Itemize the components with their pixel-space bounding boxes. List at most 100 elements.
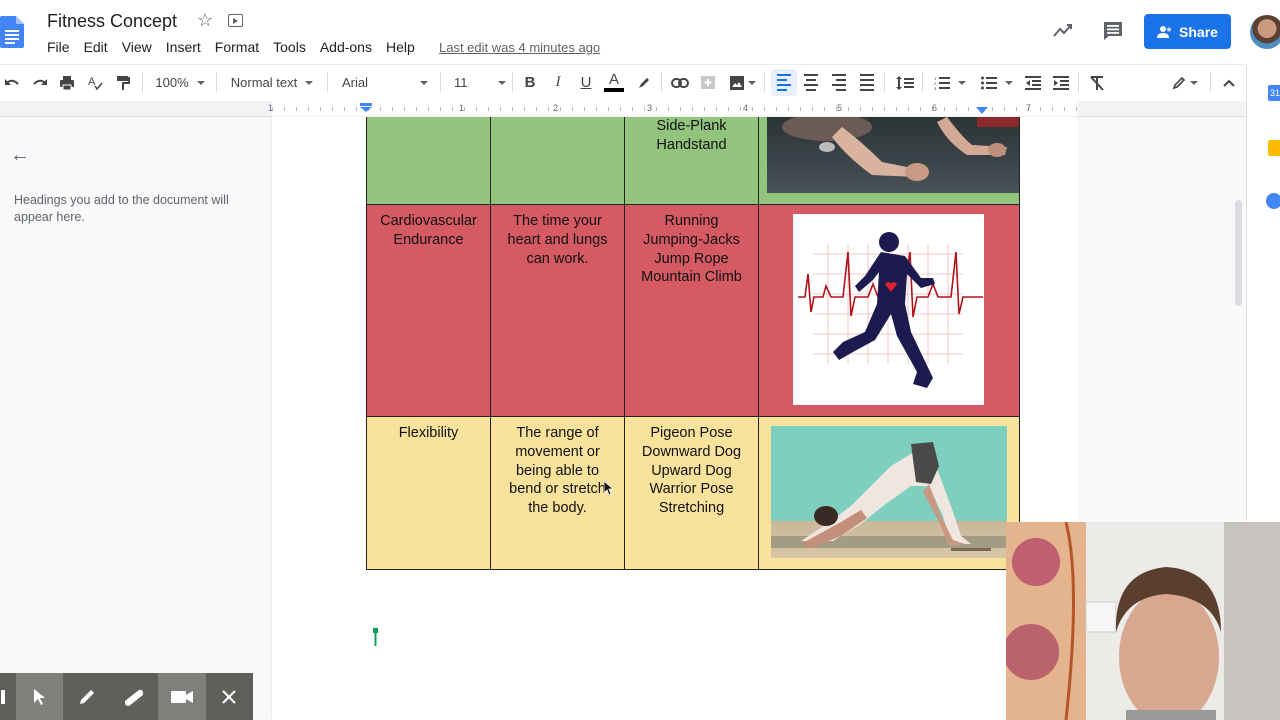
table-cell-component[interactable]: Flexibility (366, 417, 491, 570)
insert-image-button[interactable] (725, 64, 759, 101)
collaborator-cursor (373, 628, 378, 646)
plank-exercise-photo[interactable] (767, 117, 1019, 193)
keep-lightbulb-icon[interactable] (1268, 140, 1280, 156)
chevron-down-icon (498, 80, 506, 85)
menu-help[interactable]: Help (386, 39, 415, 55)
table-cell-exercises[interactable]: Side-Plank Handstand (625, 117, 759, 205)
ruler-tick (320, 107, 321, 111)
highlighter-tool-button[interactable] (111, 673, 158, 720)
paragraph-style-select[interactable]: Normal text (224, 64, 320, 101)
ruler-tick (860, 107, 861, 111)
table-cell-definition[interactable]: The time your heart and lungs can work. (491, 205, 625, 417)
insert-link-icon[interactable] (669, 64, 691, 101)
move-to-folder-icon[interactable] (228, 14, 243, 27)
menu-tools[interactable]: Tools (273, 39, 306, 55)
decrease-indent-icon[interactable] (1022, 64, 1044, 101)
align-right-button[interactable] (828, 64, 850, 101)
menu-file[interactable]: File (47, 39, 70, 55)
collapse-menus-icon[interactable] (1218, 64, 1240, 101)
bulleted-list-icon (981, 76, 997, 89)
ruler-tick (812, 107, 813, 111)
align-center-button[interactable] (800, 64, 822, 101)
ruler-tick (848, 107, 849, 111)
align-left-button[interactable] (771, 69, 797, 96)
table-cell-component[interactable] (366, 117, 491, 205)
star-icon[interactable]: ☆ (197, 10, 213, 31)
close-recorder-button[interactable] (206, 673, 253, 720)
ruler-tick (1004, 107, 1005, 111)
text-color-button[interactable]: A (603, 64, 625, 101)
webcam-overlay[interactable] (1006, 522, 1280, 720)
close-outline-arrow-icon[interactable]: ← (10, 144, 30, 167)
ruler-tick (872, 107, 873, 111)
increase-indent-icon[interactable] (1050, 64, 1072, 101)
editing-mode-button[interactable] (1168, 64, 1202, 101)
ruler-tick (524, 107, 525, 111)
menu-addons[interactable]: Add-ons (320, 39, 372, 55)
share-button[interactable]: Share (1144, 14, 1231, 49)
numbered-list-button[interactable]: 123 (930, 64, 970, 101)
menu-format[interactable]: Format (215, 39, 259, 55)
align-center-icon (804, 74, 818, 91)
last-edit-link[interactable]: Last edit was 4 minutes ago (439, 40, 600, 55)
runner-heartbeat-illustration[interactable] (793, 214, 984, 405)
insert-comment-icon[interactable] (697, 64, 719, 101)
camera-toggle-button[interactable] (158, 673, 206, 720)
calendar-icon[interactable]: 31 (1268, 85, 1280, 101)
bulleted-list-button[interactable] (977, 64, 1017, 101)
justify-button[interactable] (856, 64, 878, 101)
ruler-tick (908, 107, 909, 111)
spellcheck-icon[interactable]: A (85, 64, 105, 101)
chevron-down-icon (420, 80, 428, 85)
pointer-tool-button[interactable] (16, 673, 64, 720)
redo-icon[interactable] (30, 64, 50, 101)
ruler-tick (680, 107, 681, 111)
paint-format-icon[interactable] (113, 64, 133, 101)
ruler-tick (896, 107, 897, 111)
downward-dog-yoga-photo[interactable] (771, 426, 1007, 558)
font-select[interactable]: Arial (336, 64, 432, 101)
comments-icon[interactable] (1103, 21, 1123, 41)
recorder-drag-handle[interactable] (0, 673, 16, 720)
bold-button[interactable]: B (519, 64, 541, 101)
highlight-color-icon[interactable] (633, 64, 655, 101)
pen-tool-button[interactable] (63, 673, 110, 720)
activity-dashboard-icon[interactable] (1052, 20, 1074, 40)
ruler-tick (992, 107, 993, 111)
font-size-select[interactable]: 11 (448, 64, 506, 101)
ruler-tick (716, 107, 717, 111)
scrollbar-thumb[interactable] (1235, 200, 1242, 306)
italic-button[interactable]: I (547, 64, 569, 101)
document-title[interactable]: Fitness Concept (47, 11, 177, 32)
menu-insert[interactable]: Insert (166, 39, 201, 55)
ruler-tick (308, 107, 309, 111)
ruler-tick (536, 107, 537, 111)
line-spacing-icon[interactable] (893, 64, 917, 101)
right-indent-marker[interactable] (976, 107, 988, 114)
align-right-icon (832, 74, 846, 91)
print-icon[interactable] (57, 64, 77, 101)
menu-edit[interactable]: Edit (84, 39, 108, 55)
menu-view[interactable]: View (122, 39, 152, 55)
ruler-label: 6 (932, 103, 938, 113)
tasks-check-icon[interactable] (1266, 193, 1280, 209)
docs-logo-icon[interactable] (0, 16, 24, 48)
user-avatar[interactable] (1250, 15, 1280, 49)
ruler-tick (692, 107, 693, 111)
zoom-select[interactable]: 100% (150, 64, 210, 101)
pen-icon (80, 689, 95, 704)
table-cell-exercises[interactable]: Running Jumping-Jacks Jump Rope Mountain… (625, 205, 759, 417)
toolbar-divider (661, 72, 662, 92)
ruler-tick (656, 107, 657, 111)
table-cell-definition[interactable] (491, 117, 625, 205)
table-cell-exercises[interactable]: Pigeon Pose Downward Dog Upward Dog Warr… (625, 417, 759, 570)
underline-button[interactable]: U (575, 64, 597, 101)
ruler-tick (1040, 107, 1041, 111)
clear-formatting-icon[interactable] (1086, 64, 1108, 101)
exercise-item: Warrior Pose (649, 481, 734, 498)
ruler-tick (704, 107, 705, 111)
undo-icon[interactable] (2, 64, 22, 101)
ruler-tick (1064, 107, 1065, 111)
left-indent-marker[interactable] (360, 103, 372, 112)
table-cell-component[interactable]: Cardiovascular Endurance (366, 205, 491, 417)
